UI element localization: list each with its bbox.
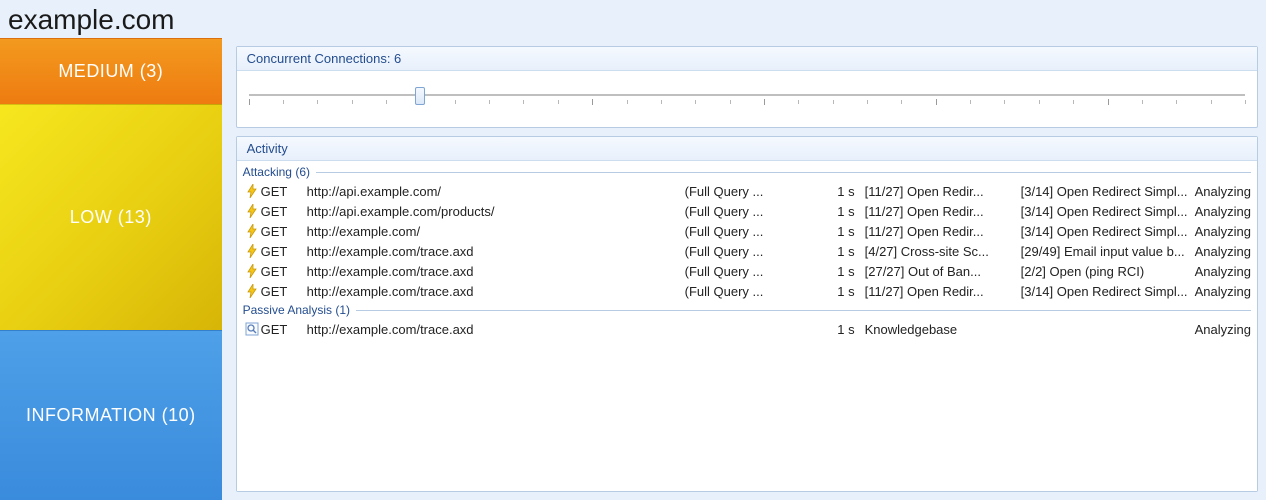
- activity-row[interactable]: GEThttp://api.example.com/(Full Query ..…: [237, 181, 1257, 201]
- cell-url: http://example.com/trace.axd: [307, 264, 685, 279]
- cell-check1: [11/27] Open Redir...: [865, 224, 1021, 239]
- cell-check2: [29/49] Email input value b...: [1021, 244, 1195, 259]
- cell-check1: [11/27] Open Redir...: [865, 284, 1021, 299]
- cell-time: 1 s: [819, 322, 865, 337]
- cell-query: (Full Query ...: [685, 264, 819, 279]
- cell-method: GET: [261, 284, 307, 299]
- cell-method: GET: [261, 244, 307, 259]
- cell-query: (Full Query ...: [685, 244, 819, 259]
- cell-method: GET: [261, 224, 307, 239]
- cell-query: (Full Query ...: [685, 204, 819, 219]
- bolt-icon: [243, 244, 261, 258]
- cell-time: 1 s: [819, 264, 865, 279]
- cell-time: 1 s: [819, 284, 865, 299]
- cell-status: Analyzing: [1195, 184, 1251, 199]
- cell-query: (Full Query ...: [685, 284, 819, 299]
- activity-row[interactable]: GEThttp://example.com/trace.axd(Full Que…: [237, 281, 1257, 301]
- cell-method: GET: [261, 204, 307, 219]
- connections-slider[interactable]: [249, 85, 1245, 115]
- cell-time: 1 s: [819, 244, 865, 259]
- activity-header: Activity: [237, 137, 1257, 161]
- severity-sidebar: MEDIUM (3) LOW (13) INFORMATION (10): [0, 38, 222, 500]
- bolt-icon: [243, 224, 261, 238]
- cell-url: http://api.example.com/: [307, 184, 685, 199]
- connections-panel: Concurrent Connections: 6: [236, 46, 1258, 128]
- severity-medium-label: MEDIUM (3): [58, 61, 163, 82]
- activity-panel: Activity Attacking (6)GEThttp://api.exam…: [236, 136, 1258, 492]
- cell-status: Analyzing: [1195, 204, 1251, 219]
- cell-check2: [3/14] Open Redirect Simpl...: [1021, 284, 1195, 299]
- activity-row[interactable]: GEThttp://api.example.com/products/(Full…: [237, 201, 1257, 221]
- activity-row[interactable]: GEThttp://example.com/(Full Query ...1 s…: [237, 221, 1257, 241]
- bolt-icon: [243, 264, 261, 278]
- severity-medium[interactable]: MEDIUM (3): [0, 38, 222, 104]
- severity-information[interactable]: INFORMATION (10): [0, 330, 222, 500]
- cell-status: Analyzing: [1195, 322, 1251, 337]
- severity-low[interactable]: LOW (13): [0, 104, 222, 330]
- bolt-icon: [243, 204, 261, 218]
- cell-query: (Full Query ...: [685, 184, 819, 199]
- cell-check2: [2/2] Open (ping RCI): [1021, 264, 1195, 279]
- cell-status: Analyzing: [1195, 284, 1251, 299]
- activity-row[interactable]: GEThttp://example.com/trace.axd(Full Que…: [237, 261, 1257, 281]
- cell-time: 1 s: [819, 204, 865, 219]
- cell-url: http://example.com/trace.axd: [307, 284, 685, 299]
- page-title: example.com: [0, 0, 1266, 38]
- slider-ticks: [249, 99, 1245, 115]
- group-label-text: Attacking (6): [243, 165, 310, 179]
- group-label-passive: Passive Analysis (1): [237, 301, 1257, 319]
- severity-information-label: INFORMATION (10): [26, 405, 196, 426]
- connections-header: Concurrent Connections: 6: [237, 47, 1257, 71]
- cell-check2: [3/14] Open Redirect Simpl...: [1021, 184, 1195, 199]
- search-icon: [243, 322, 261, 336]
- cell-method: GET: [261, 264, 307, 279]
- bolt-icon: [243, 284, 261, 298]
- activity-row[interactable]: GEThttp://example.com/trace.axd(Full Que…: [237, 241, 1257, 261]
- cell-check1: [11/27] Open Redir...: [865, 184, 1021, 199]
- cell-time: 1 s: [819, 224, 865, 239]
- activity-row[interactable]: GEThttp://example.com/trace.axd 1 sKnowle…: [237, 319, 1257, 339]
- bolt-icon: [243, 184, 261, 198]
- cell-method: GET: [261, 184, 307, 199]
- cell-url: http://example.com/trace.axd: [307, 322, 685, 337]
- cell-time: 1 s: [819, 184, 865, 199]
- cell-check1: [4/27] Cross-site Sc...: [865, 244, 1021, 259]
- cell-check1: [27/27] Out of Ban...: [865, 264, 1021, 279]
- activity-body: Attacking (6)GEThttp://api.example.com/(…: [237, 161, 1257, 491]
- severity-low-label: LOW (13): [70, 207, 152, 228]
- cell-url: http://example.com/: [307, 224, 685, 239]
- cell-query: (Full Query ...: [685, 224, 819, 239]
- cell-url: http://example.com/trace.axd: [307, 244, 685, 259]
- group-label-text: Passive Analysis (1): [243, 303, 350, 317]
- slider-line: [249, 94, 1245, 96]
- cell-status: Analyzing: [1195, 244, 1251, 259]
- cell-check1: [11/27] Open Redir...: [865, 204, 1021, 219]
- cell-check1: Knowledgebase: [865, 322, 1021, 337]
- group-label-attacking: Attacking (6): [237, 163, 1257, 181]
- cell-status: Analyzing: [1195, 224, 1251, 239]
- cell-check2: [3/14] Open Redirect Simpl...: [1021, 224, 1195, 239]
- cell-method: GET: [261, 322, 307, 337]
- cell-url: http://api.example.com/products/: [307, 204, 685, 219]
- slider-thumb[interactable]: [415, 87, 425, 105]
- cell-check2: [3/14] Open Redirect Simpl...: [1021, 204, 1195, 219]
- cell-status: Analyzing: [1195, 264, 1251, 279]
